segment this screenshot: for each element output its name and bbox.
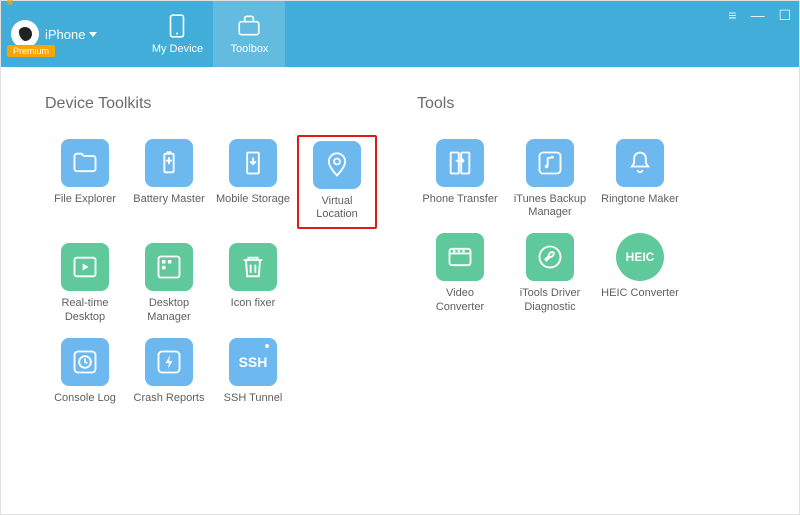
device-label: iPhone bbox=[45, 27, 97, 42]
item-itunes-backup[interactable]: iTunes Backup Manager bbox=[507, 139, 593, 219]
item-phone-transfer[interactable]: Phone Transfer bbox=[417, 139, 503, 219]
tools-section: Tools Phone Transfer iTunes Backup Manag… bbox=[417, 95, 769, 504]
window-controls: ≡ — ☐ bbox=[728, 7, 791, 24]
video-icon bbox=[446, 243, 474, 271]
bolt-icon bbox=[155, 348, 183, 376]
section-title: Device Toolkits bbox=[45, 95, 397, 113]
bell-icon bbox=[626, 149, 654, 177]
tab-label: Toolbox bbox=[231, 43, 269, 55]
item-ringtone-maker[interactable]: Ringtone Maker bbox=[597, 139, 683, 219]
item-console-log[interactable]: Console Log bbox=[45, 338, 125, 405]
ssh-icon: SSH bbox=[239, 354, 268, 370]
folder-icon bbox=[71, 149, 99, 177]
section-title: Tools bbox=[417, 95, 769, 113]
item-battery-master[interactable]: Battery Master bbox=[129, 139, 209, 229]
grid-icon bbox=[155, 253, 183, 281]
device-toolkits-section: Device Toolkits File Explorer Battery Ma… bbox=[45, 95, 397, 504]
tab-toolbox[interactable]: Toolbox bbox=[213, 1, 285, 67]
item-heic-converter[interactable]: HEIC HEIC Converter bbox=[597, 233, 683, 313]
crown-icon: ♛ bbox=[5, 0, 15, 8]
toolbox-icon bbox=[236, 13, 262, 39]
item-crash-reports[interactable]: Crash Reports bbox=[129, 338, 209, 405]
premium-badge: Premium bbox=[7, 45, 55, 57]
device-toolkits-grid: File Explorer Battery Master Mobile Stor… bbox=[45, 139, 397, 405]
music-note-icon bbox=[536, 149, 564, 177]
item-realtime-desktop[interactable]: Real-time Desktop bbox=[45, 243, 125, 323]
minimize-button[interactable]: — bbox=[750, 7, 764, 24]
header-tabs: My Device Toolbox bbox=[141, 1, 285, 67]
item-desktop-manager[interactable]: Desktop Manager bbox=[129, 243, 209, 323]
close-button[interactable]: ☐ bbox=[778, 7, 791, 24]
main-content: Device Toolkits File Explorer Battery Ma… bbox=[1, 67, 799, 514]
location-pin-icon bbox=[323, 151, 351, 179]
device-selector[interactable]: ♛ Premium iPhone bbox=[1, 1, 111, 67]
logo-icon bbox=[11, 20, 39, 48]
chevron-down-icon bbox=[89, 32, 97, 37]
tab-my-device[interactable]: My Device bbox=[141, 1, 213, 67]
item-video-converter[interactable]: Video Converter bbox=[417, 233, 503, 313]
item-mobile-storage[interactable]: Mobile Storage bbox=[213, 139, 293, 229]
storage-icon bbox=[239, 149, 267, 177]
heic-icon: HEIC bbox=[626, 250, 655, 264]
tab-label: My Device bbox=[152, 43, 203, 55]
trash-icon bbox=[239, 253, 267, 281]
item-driver-diagnostic[interactable]: iTools Driver Diagnostic bbox=[507, 233, 593, 313]
item-file-explorer[interactable]: File Explorer bbox=[45, 139, 125, 229]
item-icon-fixer[interactable]: Icon fixer bbox=[213, 243, 293, 323]
tools-grid: Phone Transfer iTunes Backup Manager Rin… bbox=[417, 139, 769, 314]
item-ssh-tunnel[interactable]: SSH SSH Tunnel bbox=[213, 338, 293, 405]
battery-icon bbox=[155, 149, 183, 177]
app-header: ♛ Premium iPhone My Device Toolbox ≡ — ☐ bbox=[1, 1, 799, 67]
play-screen-icon bbox=[71, 253, 99, 281]
clock-icon bbox=[71, 348, 99, 376]
device-icon bbox=[164, 13, 190, 39]
menu-icon[interactable]: ≡ bbox=[728, 7, 736, 24]
transfer-icon bbox=[446, 149, 474, 177]
item-virtual-location[interactable]: Virtual Location bbox=[297, 135, 377, 229]
wrench-icon bbox=[536, 243, 564, 271]
